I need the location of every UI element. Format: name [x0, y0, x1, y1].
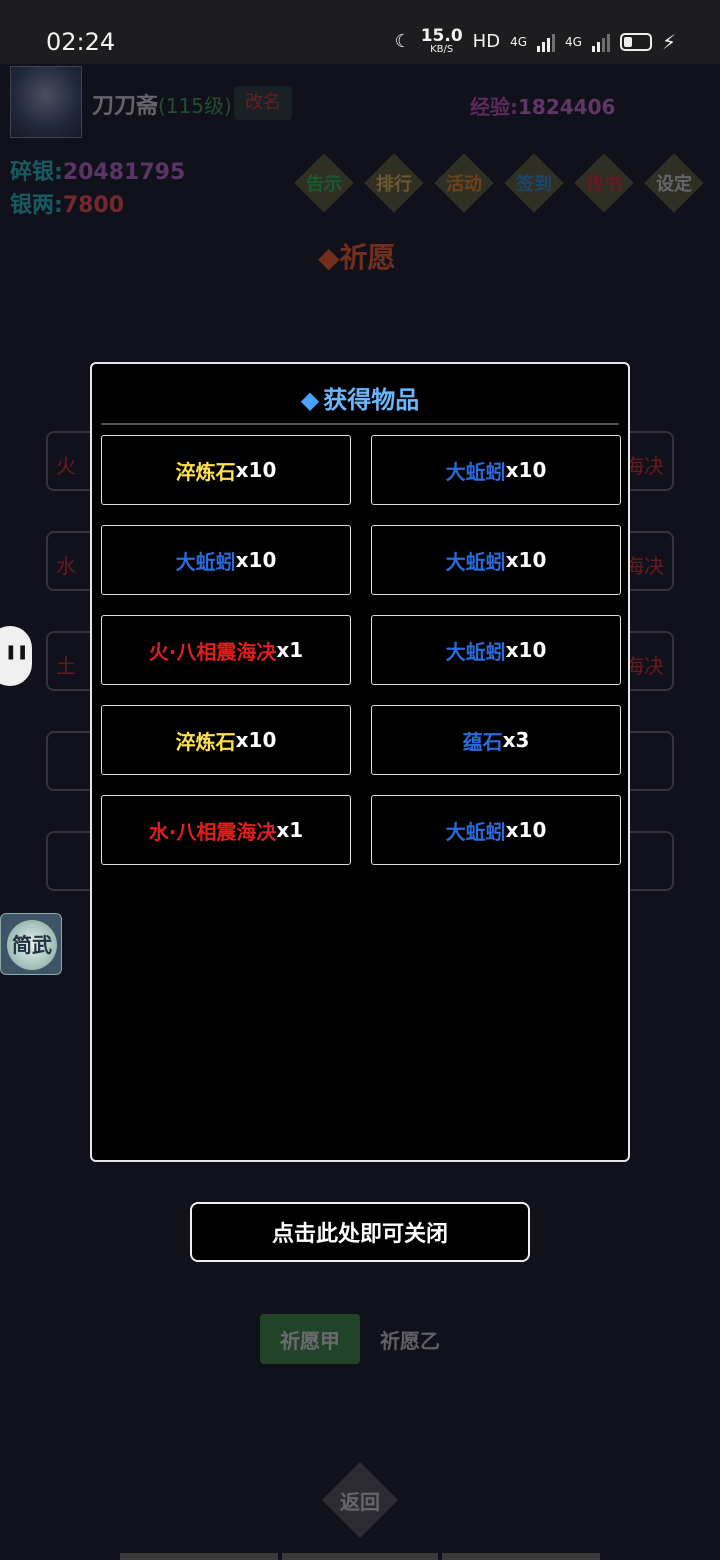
floating-assist-button[interactable]: [0, 626, 32, 686]
reward-item[interactable]: 大蚯蚓 x10: [101, 525, 351, 595]
reward-item[interactable]: 大蚯蚓 x10: [371, 435, 621, 505]
reward-item-name: 淬炼石: [175, 729, 236, 754]
reward-item[interactable]: 大蚯蚓 x10: [371, 615, 621, 685]
top-menu: 告示 排行 活动 签到 传书 设定: [296, 150, 702, 216]
nav-bar-segment: [282, 1553, 438, 1560]
reward-item-name: 蕴石: [462, 729, 503, 754]
tab-wish-a[interactable]: 祈愿甲: [260, 1314, 360, 1364]
dialog-title: ◆ 获得物品: [300, 386, 420, 414]
sim1-label: 4G: [510, 34, 528, 49]
charging-icon: ⚡: [661, 29, 676, 54]
player-name-line: 刀刀斋(115级): [92, 88, 232, 120]
app-logo-icon: 简武: [7, 920, 57, 970]
menu-mail[interactable]: 传书: [576, 150, 632, 216]
reward-item-name: 水·八相震海决: [148, 819, 277, 844]
reward-item[interactable]: 淬炼石 x10: [101, 435, 351, 505]
player-level: (115级): [158, 94, 232, 118]
bg-row-1-right-label: 海决: [624, 454, 664, 478]
reward-item-qty: x10: [505, 458, 547, 482]
hd-indicator: HD: [472, 31, 501, 52]
reward-item-qty: x10: [235, 728, 277, 752]
reward-item-qty: x1: [276, 818, 304, 842]
bg-row-2-left-label: 水: [56, 554, 76, 578]
diamond-icon: ◆: [300, 386, 320, 414]
experience: 经验:1824406: [470, 95, 616, 119]
menu-checkin[interactable]: 签到: [506, 150, 562, 216]
bg-row-2-right-label: 海决: [624, 554, 664, 578]
section-title: ◆祈愿: [318, 241, 396, 274]
reward-item-name: 大蚯蚓: [445, 549, 506, 574]
reward-item-name: 大蚯蚓: [175, 549, 236, 574]
battery-icon: [619, 32, 652, 51]
network-speed: 15.0 KB/S: [420, 26, 463, 55]
menu-notice[interactable]: 告示: [296, 150, 352, 216]
menu-settings[interactable]: 设定: [646, 150, 702, 216]
reward-item[interactable]: 大蚯蚓 x10: [371, 525, 621, 595]
reward-item[interactable]: 水·八相震海决 x1: [101, 795, 351, 865]
tab-wish-b[interactable]: 祈愿乙: [368, 1314, 452, 1364]
reward-item-name: 火·八相震海决: [148, 639, 277, 664]
reward-item-qty: x10: [235, 548, 277, 572]
sim2-label: 4G: [565, 34, 582, 49]
reward-dialog: ◆ 获得物品 淬炼石 x10 大蚯蚓 x10 大蚯蚓 x10 大蚯蚓 x10 火·八相震海决 x1 大…: [90, 362, 630, 1162]
reward-item-qty: x10: [235, 458, 277, 482]
reward-item-qty: x10: [505, 638, 547, 662]
reward-item-name: 大蚯蚓: [445, 459, 506, 484]
menu-ranking[interactable]: 排行: [366, 150, 422, 216]
signal-icon: [537, 32, 556, 52]
reward-item-grid: 淬炼石 x10 大蚯蚓 x10 大蚯蚓 x10 大蚯蚓 x10 火·八相震海决 x1 大蚯蚓 x10 淬…: [101, 435, 621, 865]
moon-icon: ☾: [394, 31, 411, 52]
reward-item-qty: x10: [505, 548, 547, 572]
silver-fragments: 碎银:20481795: [10, 160, 186, 185]
signal-icon-2: [591, 32, 610, 52]
status-bar: 02:24 ☾ 15.0 KB/S HD 4G 4G ⚡: [0, 0, 720, 64]
reward-item[interactable]: 火·八相震海决 x1: [101, 615, 351, 685]
nav-bar-segment: [442, 1553, 600, 1560]
reward-item-name: 大蚯蚓: [445, 819, 506, 844]
bg-row-1-left-label: 火: [56, 454, 76, 478]
reward-item-name: 大蚯蚓: [445, 639, 506, 664]
nav-bar-segment: [120, 1553, 278, 1560]
bg-row-3-right-label: 海决: [624, 654, 664, 678]
reward-item-qty: x1: [276, 638, 304, 662]
reward-item[interactable]: 大蚯蚓 x10: [371, 795, 621, 865]
clock: 02:24: [46, 28, 116, 56]
player-name: 刀刀斋: [92, 94, 159, 119]
close-dialog-button[interactable]: 点击此处即可关闭: [190, 1202, 530, 1262]
menu-events[interactable]: 活动: [436, 150, 492, 216]
reward-item[interactable]: 淬炼石 x10: [101, 705, 351, 775]
reward-item-name: 淬炼石: [175, 459, 236, 484]
bg-row-3-left-label: 土: [56, 654, 76, 678]
rename-button[interactable]: 改名: [234, 86, 292, 120]
status-icons: ☾ 15.0 KB/S HD 4G 4G ⚡: [395, 28, 676, 55]
player-avatar[interactable]: [10, 66, 82, 138]
reward-item-qty: x3: [502, 728, 530, 752]
floating-app-logo[interactable]: 简武: [0, 913, 62, 975]
reward-item-qty: x10: [505, 818, 547, 842]
divider: [101, 423, 619, 425]
back-button[interactable]: 返回: [308, 1462, 412, 1538]
reward-item[interactable]: 蕴石 x3: [371, 705, 621, 775]
silver-taels: 银两:7800: [10, 193, 125, 218]
